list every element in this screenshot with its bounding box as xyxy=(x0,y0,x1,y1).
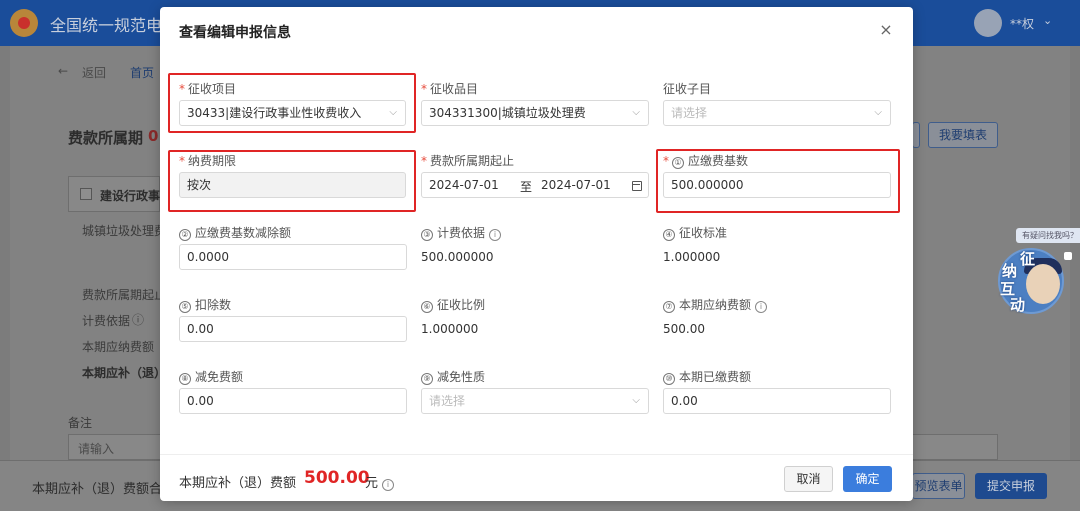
levy-ratio-value: 1.000000 xyxy=(421,322,479,336)
dialog-footer: 本期应补（退）费额 500.00 元i 取消 确定 xyxy=(160,454,913,501)
edit-declaration-dialog: 查看编辑申报信息 × * 征收项目 30433|建设行政事业性收费收入 ⌵ * 征收品… xyxy=(160,7,913,501)
breadcrumb-home[interactable]: 首页 xyxy=(130,64,154,81)
dialog-header: 查看编辑申报信息 × xyxy=(160,7,913,53)
chevron-down-icon: ⌵ xyxy=(632,395,640,406)
total-unit: 元i xyxy=(365,472,395,491)
label-refund: 本期应补（退） xyxy=(82,366,167,380)
label-due-amount: 本期应纳费额 xyxy=(82,340,155,354)
levy-category-label: * 征收品目 xyxy=(421,82,479,96)
highlight-box-levy-item xyxy=(168,73,416,133)
assistant-bubble[interactable]: 有疑问找我吗？ xyxy=(1016,228,1080,243)
info-icon[interactable]: i xyxy=(755,301,768,313)
base-deduction-input[interactable]: 0.0000 xyxy=(179,244,407,270)
officer-face xyxy=(1026,264,1060,304)
total-amount: 500.00 xyxy=(304,468,370,488)
label-basis: 计费依据 xyxy=(82,314,131,328)
remark-placeholder: 请输入 xyxy=(78,442,115,456)
period-range-label: * 费款所属期起止 xyxy=(421,154,515,168)
calendar-icon[interactable] xyxy=(632,181,642,191)
dialog-title: 查看编辑申报信息 xyxy=(179,25,291,41)
preview-button[interactable]: 预览表单 xyxy=(912,473,965,499)
app-title: 全国统一规范电 xyxy=(50,16,163,35)
billing-basis-label: ③ 计费依据 i xyxy=(421,224,502,241)
widget-char-1: 征 xyxy=(1020,250,1036,268)
levy-standard-label: ④ 征收标准 xyxy=(663,224,727,241)
chevron-down-icon: ⌵ xyxy=(874,107,882,118)
emblem-logo xyxy=(10,9,38,37)
reduction-nature-label: ⑨ 减免性质 xyxy=(421,368,485,385)
chevron-down-icon: ⌵ xyxy=(632,107,640,118)
info-icon[interactable]: i xyxy=(382,479,395,491)
deduction-input[interactable]: 0.00 xyxy=(179,316,407,342)
deduction-label: ⑤ 扣除数 xyxy=(179,296,231,313)
date-separator: 至 xyxy=(520,180,533,194)
period-title: 费款所属期 xyxy=(68,129,144,147)
submit-button[interactable]: 提交申报 xyxy=(975,473,1047,499)
info-icon[interactable]: i xyxy=(489,229,502,241)
section-checkbox[interactable] xyxy=(80,188,92,200)
remark-label: 备注 xyxy=(68,416,93,430)
paid-amount-label: ⑩ 本期已缴费额 xyxy=(663,368,751,385)
label-period-range: 费款所属期起止 xyxy=(82,288,167,302)
levy-subitem-select[interactable]: 请选择 ⌵ xyxy=(663,100,891,126)
reduction-amount-label: ⑧ 减免费额 xyxy=(179,368,243,385)
period-start-date[interactable]: 2024-07-01 xyxy=(429,178,499,192)
period-end-date[interactable]: 2024-07-01 xyxy=(541,178,611,192)
levy-category-select[interactable]: 304331300|城镇垃圾处理费 ⌵ xyxy=(421,100,649,126)
chevron-down-icon[interactable]: ⌄ xyxy=(1043,14,1052,27)
back-arrow-icon[interactable]: ← xyxy=(58,64,68,78)
side-button-partial[interactable] xyxy=(912,122,920,148)
section-checkbox-label: 建设行政事 xyxy=(100,189,161,203)
reduction-amount-input[interactable]: 0.00 xyxy=(179,388,407,414)
row-item-text: 城镇垃圾处理费 xyxy=(82,224,167,238)
back-link[interactable]: 返回 xyxy=(82,64,106,81)
highlight-box-base-amount xyxy=(656,149,900,213)
base-deduction-label: ② 应缴费基数减除额 xyxy=(179,224,291,241)
levy-subitem-label: 征收子目 xyxy=(663,82,712,96)
info-icon: ⓘ xyxy=(132,313,145,327)
period-value: 0 xyxy=(148,127,159,145)
pin-icon[interactable] xyxy=(1064,252,1072,260)
footer-total-label: 本期应补（退）费额合 xyxy=(32,482,163,497)
payable-amount-label: ⑦ 本期应纳费额 i xyxy=(663,296,768,313)
paid-amount-input[interactable]: 0.00 xyxy=(663,388,891,414)
reduction-nature-select[interactable]: 请选择 ⌵ xyxy=(421,388,649,414)
fill-report-button[interactable]: 我要填表 xyxy=(928,122,998,148)
levy-standard-value: 1.000000 xyxy=(663,250,721,264)
payable-amount-value: 500.00 xyxy=(663,322,705,336)
widget-char-4: 动 xyxy=(1010,296,1026,314)
close-icon[interactable]: × xyxy=(876,20,896,40)
billing-basis-value: 500.000000 xyxy=(421,250,494,264)
user-avatar[interactable] xyxy=(974,9,1002,37)
total-label: 本期应补（退）费额 xyxy=(179,476,297,491)
cancel-button[interactable]: 取消 xyxy=(784,466,833,492)
highlight-box-payment-period xyxy=(168,150,416,212)
user-name[interactable]: **权 xyxy=(1010,15,1034,32)
assistant-widget[interactable]: 有疑问找我吗？ 征 纳 互 动 xyxy=(996,228,1080,318)
levy-ratio-label: ⑥ 征收比例 xyxy=(421,296,485,313)
confirm-button[interactable]: 确定 xyxy=(843,466,892,492)
